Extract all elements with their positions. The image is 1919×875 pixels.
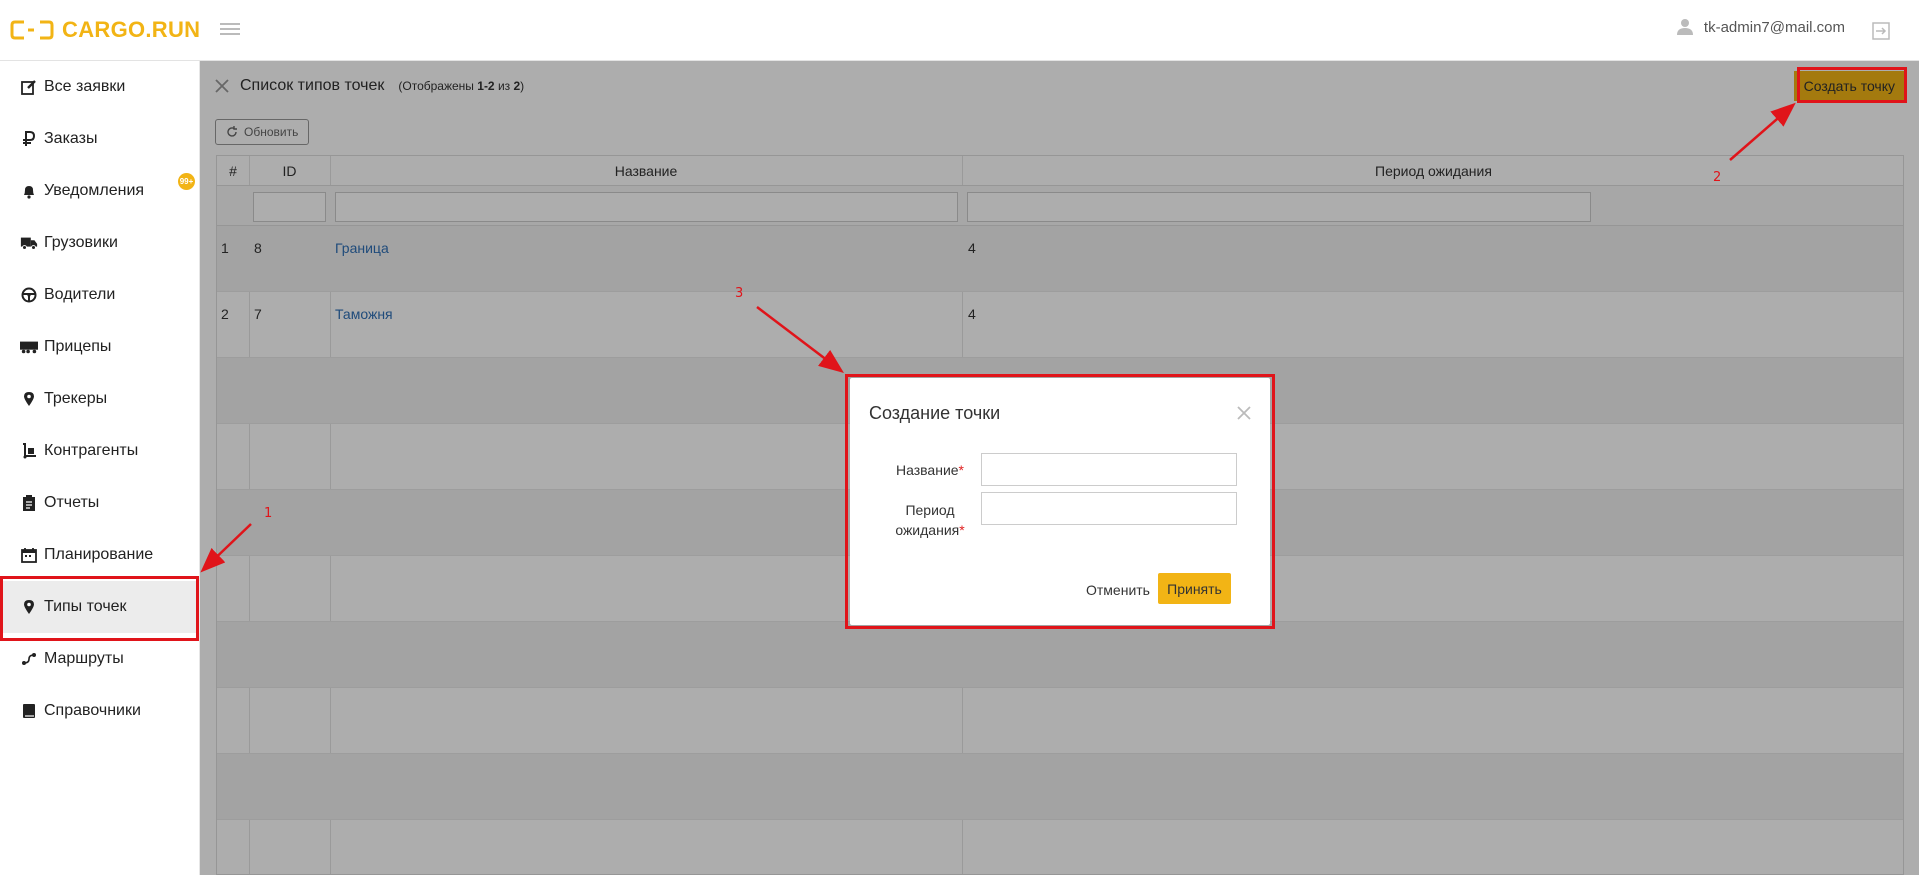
sidebar-item-planning[interactable]: Планирование <box>0 529 200 581</box>
sidebar-item-label: Прицепы <box>44 338 112 355</box>
edit-icon <box>20 78 38 96</box>
sidebar-item-label: Трекеры <box>44 390 108 407</box>
sidebar-item-label: Типы точек <box>44 598 127 615</box>
dolly-icon <box>20 442 38 460</box>
cancel-button[interactable]: Отменить <box>1078 575 1158 605</box>
sidebar-item-trailers[interactable]: Прицепы <box>0 321 200 373</box>
user-menu[interactable]: tk-admin7@mail.com <box>1676 18 1845 36</box>
annotation-label-2: 2 <box>1713 170 1722 185</box>
dialog-title: Создание точки <box>869 403 1001 423</box>
ruble-icon <box>20 130 38 148</box>
route-icon <box>20 650 38 668</box>
calendar-icon <box>20 546 38 564</box>
sidebar-item-orders[interactable]: Заказы <box>0 113 200 165</box>
bell-icon <box>20 182 38 200</box>
truck-icon <box>20 234 38 252</box>
annotation-label-1: 1 <box>264 506 273 521</box>
sidebar-item-label: Контрагенты <box>44 442 139 459</box>
user-icon <box>1676 19 1693 35</box>
sidebar-item-label: Маршруты <box>44 650 124 667</box>
sidebar-item-contractors[interactable]: Контрагенты <box>0 425 200 477</box>
sidebar: Все заявки Заказы Уведомления 99+ Грузов… <box>0 61 200 875</box>
sidebar-item-label: Заказы <box>44 130 98 147</box>
trailer-icon <box>20 338 38 356</box>
sidebar-item-trucks[interactable]: Грузовики <box>0 217 200 269</box>
sidebar-item-label: Планирование <box>44 546 154 563</box>
sidebar-item-reports[interactable]: Отчеты <box>0 477 200 529</box>
hamburger-icon[interactable] <box>220 20 240 40</box>
sidebar-item-routes[interactable]: Маршруты <box>0 633 200 685</box>
brand-name: CARGO.RUN <box>62 17 201 42</box>
cargo-logo-icon <box>10 20 54 40</box>
create-point-dialog: Создание точки Название* Период ожидания*… <box>850 378 1270 625</box>
close-icon[interactable] <box>1236 405 1252 421</box>
name-label: Название* <box>895 462 964 478</box>
sidebar-item-label: Справочники <box>44 702 141 719</box>
sidebar-item-label: Все заявки <box>44 78 126 95</box>
steering-wheel-icon <box>20 286 38 304</box>
sidebar-item-notifications[interactable]: Уведомления 99+ <box>0 165 200 217</box>
sidebar-item-label: Отчеты <box>44 494 100 511</box>
wait-period-input[interactable] <box>981 492 1237 525</box>
sidebar-item-references[interactable]: Справочники <box>0 685 200 737</box>
map-pin-icon <box>20 390 38 408</box>
sidebar-item-all-requests[interactable]: Все заявки <box>0 61 200 113</box>
sidebar-item-label: Водители <box>44 286 116 303</box>
book-icon <box>20 702 38 720</box>
clipboard-icon <box>20 494 38 512</box>
logo[interactable]: CARGO.RUN <box>10 16 200 44</box>
sidebar-item-trackers[interactable]: Трекеры <box>0 373 200 425</box>
annotation-label-3: 3 <box>735 286 744 301</box>
sidebar-item-point-types[interactable]: Типы точек <box>0 581 200 633</box>
accept-button[interactable]: Принять <box>1158 573 1231 604</box>
user-email: tk-admin7@mail.com <box>1703 18 1845 36</box>
logout-icon[interactable] <box>1870 20 1892 42</box>
sidebar-item-label: Уведомления <box>44 182 145 199</box>
notification-badge: 99+ <box>178 173 195 190</box>
top-bar: CARGO.RUN tk-admin7@mail.com <box>0 0 1919 61</box>
sidebar-item-drivers[interactable]: Водители <box>0 269 200 321</box>
map-pin-icon <box>20 598 38 616</box>
name-input[interactable] <box>981 453 1237 486</box>
sidebar-item-label: Грузовики <box>44 234 118 251</box>
wait-period-label: Период ожидания* <box>895 502 965 538</box>
